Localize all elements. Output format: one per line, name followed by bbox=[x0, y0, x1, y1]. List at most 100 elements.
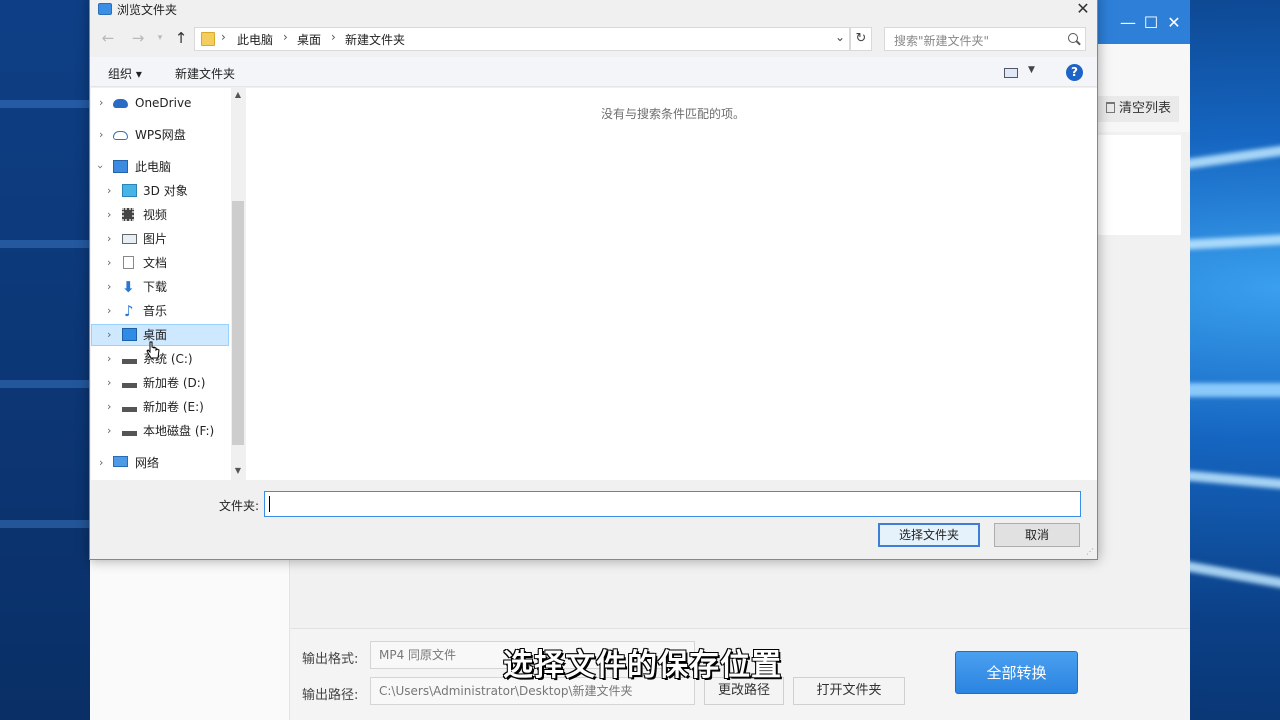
tree-label: 音乐 bbox=[143, 304, 168, 318]
address-dropdown-icon[interactable]: ⌄ bbox=[835, 30, 845, 44]
tree-item-network[interactable]: › 网络 bbox=[91, 452, 231, 474]
trash-icon bbox=[1106, 102, 1115, 113]
scroll-down-icon[interactable]: ▼ bbox=[231, 464, 245, 478]
chevron-right-icon[interactable]: › bbox=[107, 300, 111, 322]
chevron-right-icon[interactable]: › bbox=[107, 180, 111, 202]
navigation-bar: ← → ▾ ↑ › 此电脑 › 桌面 › 新建文件夹 ⌄ ↻ 搜索"新建文件夹" bbox=[90, 23, 1097, 55]
tree-item-videos[interactable]: › 视频 bbox=[91, 204, 231, 226]
scroll-up-icon[interactable]: ▲ bbox=[231, 88, 245, 102]
scrollbar-thumb[interactable] bbox=[232, 201, 244, 445]
tree-item-this-pc[interactable]: › 此电脑 bbox=[91, 156, 231, 178]
breadcrumb-separator-icon: › bbox=[283, 30, 288, 44]
tree-item-drive-f[interactable]: › 本地磁盘 (F:) bbox=[91, 420, 231, 442]
clear-list-button[interactable]: 清空列表 bbox=[1098, 96, 1180, 122]
browse-folder-dialog: 浏览文件夹 ✕ ← → ▾ ↑ › 此电脑 › 桌面 › 新建文件夹 ⌄ ↻ 搜… bbox=[89, 0, 1098, 560]
chevron-right-icon[interactable]: › bbox=[107, 276, 111, 298]
text-caret bbox=[269, 496, 270, 512]
search-placeholder: 搜索"新建文件夹" bbox=[894, 34, 990, 48]
chevron-right-icon[interactable]: › bbox=[99, 124, 103, 146]
tree-scrollbar[interactable]: ▲ ▼ bbox=[231, 88, 245, 480]
recent-dropdown-icon[interactable]: ▾ bbox=[150, 33, 170, 43]
back-arrow-icon[interactable]: ← bbox=[98, 29, 118, 47]
tree-item-wps-cloud[interactable]: › WPS网盘 bbox=[91, 124, 231, 146]
address-bar[interactable]: › 此电脑 › 桌面 › 新建文件夹 ⌄ bbox=[194, 27, 850, 51]
tree-item-downloads[interactable]: › ⬇ 下载 bbox=[91, 276, 231, 298]
tree-label: 视频 bbox=[143, 208, 168, 222]
up-arrow-icon[interactable]: ↑ bbox=[171, 29, 191, 47]
tree-item-desktop[interactable]: › 桌面 bbox=[91, 324, 229, 346]
wps-cloud-icon bbox=[113, 131, 128, 140]
chevron-right-icon[interactable]: › bbox=[99, 452, 103, 474]
tree-item-documents[interactable]: › 文档 bbox=[91, 252, 231, 274]
refresh-icon[interactable]: ↻ bbox=[850, 27, 872, 51]
tree-item-3d-objects[interactable]: › 3D 对象 bbox=[91, 180, 231, 202]
help-icon[interactable]: ? bbox=[1066, 64, 1083, 81]
view-options-icon[interactable] bbox=[1004, 68, 1018, 78]
tree-item-drive-d[interactable]: › 新加卷 (D:) bbox=[91, 372, 231, 394]
dialog-title: 浏览文件夹 bbox=[98, 0, 177, 21]
cancel-button[interactable]: 取消 bbox=[994, 523, 1080, 547]
tree-item-drive-e[interactable]: › 新加卷 (E:) bbox=[91, 396, 231, 418]
open-folder-button[interactable]: 打开文件夹 bbox=[793, 677, 905, 705]
organize-menu[interactable]: 组织 ▾ bbox=[108, 65, 142, 82]
breadcrumb-desktop[interactable]: 桌面 bbox=[297, 31, 321, 48]
chevron-right-icon[interactable]: › bbox=[99, 92, 103, 114]
tree-item-pictures[interactable]: › 图片 bbox=[91, 228, 231, 250]
tree-label: 本地磁盘 (F:) bbox=[143, 424, 215, 438]
forward-arrow-icon[interactable]: → bbox=[128, 29, 148, 47]
tree-label: 新加卷 (D:) bbox=[143, 376, 206, 390]
navigation-tree: › OneDrive › WPS网盘 › 此电脑 › 3D 对象 › 视频 › … bbox=[91, 88, 231, 480]
tree-label: 网络 bbox=[135, 456, 160, 470]
chevron-down-icon[interactable]: › bbox=[91, 165, 111, 169]
folder-label: 文件夹: bbox=[219, 499, 260, 513]
tree-item-onedrive[interactable]: › OneDrive bbox=[91, 92, 231, 114]
video-icon bbox=[122, 208, 134, 221]
drive-icon bbox=[122, 407, 137, 412]
tree-label: 3D 对象 bbox=[143, 184, 188, 198]
music-icon: ♪ bbox=[124, 302, 134, 320]
tree-label: 下载 bbox=[143, 280, 168, 294]
search-box[interactable]: 搜索"新建文件夹" bbox=[884, 27, 1086, 51]
maximize-icon[interactable]: ☐ bbox=[1140, 12, 1162, 34]
resize-grip-icon[interactable]: ⋰ bbox=[1086, 547, 1094, 556]
dialog-close-icon[interactable]: ✕ bbox=[1073, 0, 1093, 19]
tree-label: WPS网盘 bbox=[135, 128, 186, 142]
tree-item-music[interactable]: › ♪ 音乐 bbox=[91, 300, 231, 322]
chevron-right-icon[interactable]: › bbox=[107, 252, 111, 274]
documents-icon bbox=[123, 256, 134, 269]
tree-label: 文档 bbox=[143, 256, 168, 270]
drive-icon bbox=[122, 383, 137, 388]
desktop-icon bbox=[122, 328, 137, 341]
chevron-right-icon[interactable]: › bbox=[107, 396, 111, 418]
breadcrumb-new-folder[interactable]: 新建文件夹 bbox=[345, 31, 405, 48]
folder-name-input[interactable] bbox=[264, 491, 1081, 517]
hand-cursor-icon bbox=[146, 341, 160, 359]
close-icon[interactable]: ✕ bbox=[1163, 12, 1185, 34]
computer-icon bbox=[113, 160, 128, 173]
chevron-right-icon[interactable]: › bbox=[107, 348, 111, 370]
view-dropdown-icon[interactable]: ▼ bbox=[1028, 65, 1035, 75]
breadcrumb-separator-icon: › bbox=[331, 30, 336, 44]
chevron-right-icon[interactable]: › bbox=[107, 228, 111, 250]
dialog-toolbar: 组织 ▾ 新建文件夹 ▼ ? bbox=[90, 57, 1097, 87]
output-format-label: 输出格式: bbox=[302, 652, 359, 667]
folder-content-pane[interactable]: 没有与搜索条件匹配的项。 bbox=[246, 88, 1097, 480]
tree-label: 此电脑 bbox=[135, 160, 172, 174]
chevron-right-icon[interactable]: › bbox=[107, 204, 111, 226]
pictures-icon bbox=[122, 234, 137, 244]
download-icon: ⬇ bbox=[122, 278, 135, 296]
chevron-right-icon[interactable]: › bbox=[107, 324, 111, 346]
tree-label: OneDrive bbox=[135, 96, 192, 110]
clear-list-label: 清空列表 bbox=[1119, 101, 1172, 116]
breadcrumb-this-pc[interactable]: 此电脑 bbox=[237, 31, 273, 48]
search-icon[interactable] bbox=[1068, 33, 1078, 43]
chevron-right-icon[interactable]: › bbox=[107, 420, 111, 442]
tree-item-drive-c[interactable]: › 系统 (C:) bbox=[91, 348, 231, 370]
new-folder-button[interactable]: 新建文件夹 bbox=[175, 65, 235, 82]
minimize-icon[interactable]: — bbox=[1117, 12, 1139, 34]
convert-all-button[interactable]: 全部转换 bbox=[955, 651, 1078, 694]
select-folder-button[interactable]: 选择文件夹 bbox=[878, 523, 980, 547]
3d-objects-icon bbox=[122, 184, 137, 197]
chevron-right-icon[interactable]: › bbox=[107, 372, 111, 394]
drive-icon bbox=[122, 359, 137, 364]
